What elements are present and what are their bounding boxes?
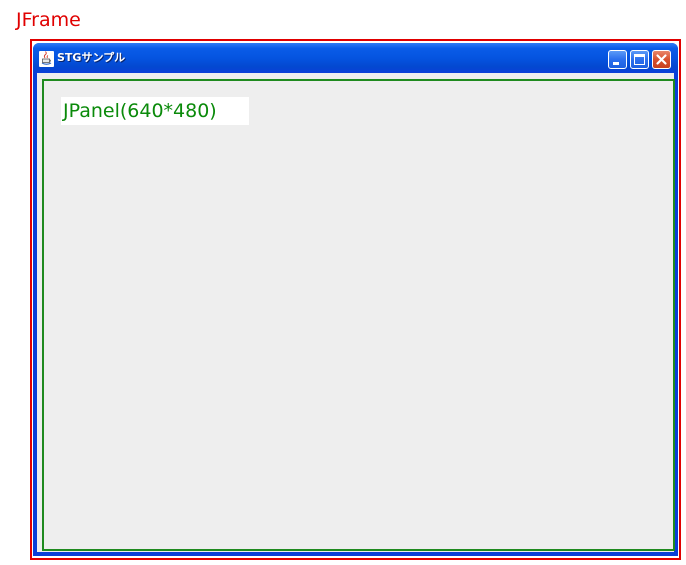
jpanel-label: JPanel(640*480) bbox=[61, 97, 249, 125]
jframe-label: JFrame bbox=[16, 9, 81, 31]
jpanel-outline bbox=[42, 79, 675, 551]
